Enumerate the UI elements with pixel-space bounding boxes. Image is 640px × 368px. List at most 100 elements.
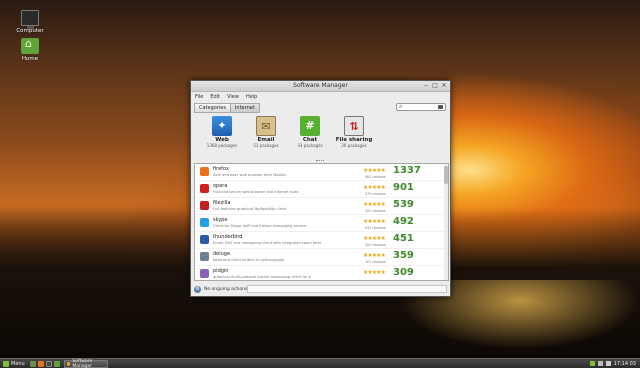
volume-icon[interactable] [605,361,611,366]
menu-view[interactable]: View [227,94,239,100]
review-count: 481 reviews [365,175,386,179]
app-description: Safe and easy web browser from Mozilla [213,173,286,177]
window-title: Software Manager [293,82,348,89]
rating-stars-icon: ★★★★★ [363,218,386,225]
chat-hash-icon: # [300,116,320,136]
list-scrollbar-thumb[interactable] [444,166,448,184]
start-menu-label: Menu [11,360,25,367]
clear-search-icon[interactable] [438,105,443,109]
app-score: 539 [393,199,414,210]
application-list: firefox Safe and easy web browser from M… [194,163,449,281]
firefox-icon [200,167,209,176]
review-count: 379 reviews [365,192,386,196]
rating-stars-icon: ★★★★★ [363,167,386,174]
search-input[interactable]: ⌕ [396,103,446,111]
firefox-launcher-icon[interactable] [38,360,44,367]
category-count: 33 packages [297,143,323,148]
category-count: 51 packages [253,143,279,148]
app-name: filezilla [213,200,231,206]
toolbar: Categories Internet ⌕ [191,101,450,113]
desktop-icon-home[interactable]: Home [8,37,52,62]
list-item[interactable]: deluge bittorrent client written in pyth… [195,249,448,266]
app-name: pidgin [213,268,229,274]
app-description: graphical multi-protocol instant messagi… [213,275,311,279]
menu-edit[interactable]: Edit [210,94,220,100]
app-description: Full-featured graphical ftp/ftps/sftp cl… [213,207,287,211]
list-item[interactable]: firefox Safe and easy web browser from M… [195,164,448,181]
opera-icon [200,184,209,193]
window-titlebar[interactable]: Software Manager ‒ □ ✕ [191,81,450,92]
update-manager-icon[interactable] [589,361,595,366]
list-item[interactable]: opera Fast and secure web browser and In… [195,181,448,198]
home-folder-icon [21,37,39,54]
breadcrumb: Categories Internet [194,103,260,113]
filezilla-icon [200,201,209,210]
app-score: 309 [393,267,414,278]
software-manager-window: Software Manager ‒ □ ✕ File Edit View He… [190,80,451,297]
desktop-icon-label: Home [21,56,39,62]
menu-file[interactable]: File [195,94,203,100]
close-button[interactable]: ✕ [441,83,447,89]
maximize-button[interactable]: □ [432,83,438,89]
pidgin-icon [200,269,209,278]
terminal-icon[interactable] [46,360,52,367]
show-desktop-icon[interactable] [30,360,36,367]
thunderbird-icon [200,235,209,244]
category-email[interactable]: ✉ Email 51 packages [247,116,285,161]
list-item[interactable]: thunderbird Email, RSS and newsgroup cli… [195,232,448,249]
menubar: File Edit View Help [191,92,450,101]
network-icon[interactable] [597,361,603,366]
app-score: 359 [393,250,414,261]
rating-stars-icon: ★★★★★ [363,235,386,242]
list-item[interactable]: pidgin graphical multi-protocol instant … [195,266,448,280]
pane-divider-grip[interactable] [316,160,324,162]
breadcrumb-categories[interactable]: Categories [194,103,231,113]
system-tray: 17:14 03 [589,361,640,367]
file-sharing-icon: ⇅ [344,116,364,136]
status-bar: ⚙ No ongoing actions [194,285,449,294]
app-name: firefox [213,166,229,172]
app-description: Client for Skype VoIP and Instant messag… [213,224,307,228]
task-label: Software Manager [72,358,93,368]
email-envelope-icon: ✉ [256,116,276,136]
status-progress-field [247,285,447,293]
search-icon: ⌕ [399,103,403,110]
start-menu-button[interactable]: Menu [0,360,28,367]
desktop-icon-computer[interactable]: Computer [8,10,52,34]
clock[interactable]: 17:14 03 [614,361,636,367]
gear-icon: ⚙ [194,286,201,293]
software-manager-icon [67,361,71,366]
rating-stars-icon: ★★★★★ [363,252,386,259]
app-description: bittorrent client written in python/pygt… [213,258,285,262]
skype-icon [200,218,209,227]
rating-stars-icon: ★★★★★ [363,269,386,276]
category-file-sharing[interactable]: ⇅ File sharing 26 packages [335,116,373,161]
category-web[interactable]: ✦ Web 1368 packages [203,116,241,161]
computer-icon [21,10,39,29]
quick-launch [30,360,60,367]
list-scrollbar[interactable] [444,164,448,280]
app-score: 1337 [393,165,421,176]
app-description: Email, RSS and newsgroup client with int… [213,241,322,245]
files-icon[interactable] [54,360,60,367]
rating-stars-icon: ★★★★★ [363,201,386,208]
review-count: 531 reviews [365,226,386,230]
app-name: deluge [213,251,231,257]
deluge-icon [200,252,209,261]
menu-help[interactable]: Help [246,94,257,100]
mint-logo-icon [3,360,9,367]
category-count: 1368 packages [206,143,238,148]
list-item[interactable]: skype Client for Skype VoIP and Instant … [195,215,448,232]
review-count: 107 reviews [365,260,386,264]
web-compass-icon: ✦ [212,116,232,136]
category-chat[interactable]: # Chat 33 packages [291,116,329,161]
app-name: skype [213,217,228,223]
app-score: 451 [393,233,414,244]
app-name: thunderbird [213,234,243,240]
app-name: opera [213,183,228,189]
minimize-button[interactable]: ‒ [423,83,429,89]
breadcrumb-internet[interactable]: Internet [230,103,260,113]
list-item[interactable]: filezilla Full-featured graphical ftp/ft… [195,198,448,215]
taskbar-window-software-manager[interactable]: Software Manager [64,358,108,368]
status-text: No ongoing actions [204,287,248,292]
